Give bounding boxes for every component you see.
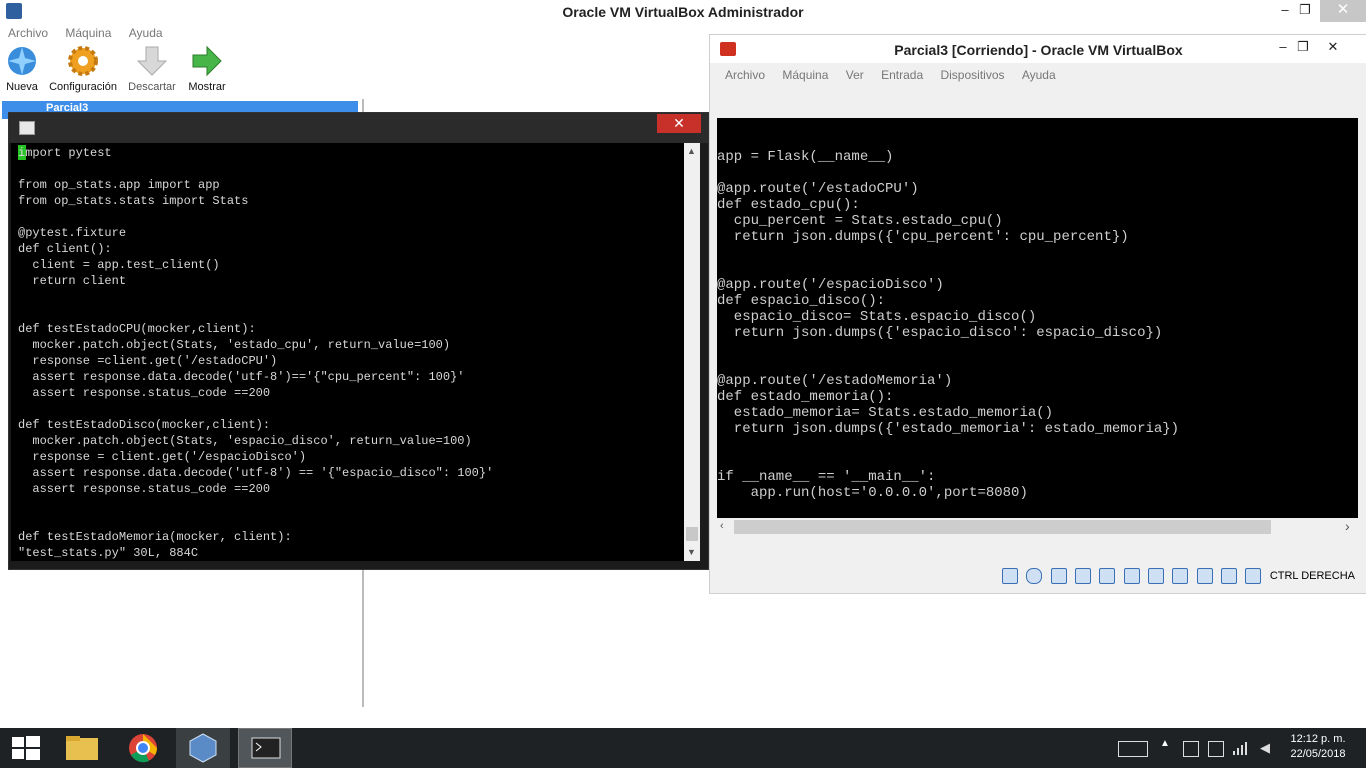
chrome-icon[interactable] — [116, 728, 170, 768]
virtualbox-icon[interactable] — [176, 728, 230, 768]
audio-icon[interactable] — [1050, 568, 1067, 584]
menu-ayuda[interactable]: Ayuda — [129, 24, 163, 42]
file-explorer-icon[interactable] — [56, 728, 110, 768]
safe-removal-icon[interactable] — [1208, 741, 1224, 757]
terminal-status-line: "test_stats.py" 30L, 884C — [18, 546, 199, 560]
scroll-thumb[interactable] — [686, 527, 698, 541]
vm-menu-maquina[interactable]: Máquina — [782, 64, 828, 86]
discard-button[interactable]: Descartar — [126, 44, 178, 93]
vm-menu-entrada[interactable]: Entrada — [881, 64, 923, 86]
vm-statusbar: CTRL DERECHA — [1002, 568, 1355, 588]
manager-title: Oracle VM VirtualBox Administrador — [562, 4, 804, 20]
menu-maquina[interactable]: Máquina — [65, 24, 111, 42]
terminal-scrollbar[interactable]: ▲ ▼ — [684, 143, 700, 561]
cpu-icon[interactable] — [1196, 568, 1213, 584]
chevron-left-icon[interactable]: ‹ — [720, 520, 724, 532]
vm-window: Parcial3 [Corriendo] - Oracle VM Virtual… — [709, 34, 1366, 594]
vm-titlebar: Parcial3 [Corriendo] - Oracle VM Virtual… — [710, 35, 1366, 63]
terminal-titlebar: ✕ — [9, 113, 708, 143]
new-vm-icon — [5, 44, 39, 78]
manager-titlebar: Oracle VM VirtualBox Administrador – ❐ ✕ — [0, 0, 1366, 24]
chevron-up-icon[interactable]: ▲ — [1160, 738, 1170, 749]
clock-date: 22/05/2018 — [1290, 748, 1346, 760]
vm-display[interactable]: app = Flask(__name__) @app.route('/estad… — [717, 118, 1358, 518]
network-icon[interactable] — [1075, 568, 1092, 584]
vm-maximize-button[interactable]: ❐ — [1288, 37, 1318, 59]
menu-archivo[interactable]: Archivo — [8, 24, 48, 42]
show-button[interactable]: Mostrar — [186, 44, 228, 93]
discard-label: Descartar — [128, 81, 176, 93]
manager-toolbar: Nueva Configuración Descartar Mostrar — [0, 44, 360, 96]
vm-close-button[interactable]: ✕ — [1318, 37, 1348, 59]
terminal-app-icon — [19, 121, 35, 135]
keyboard-icon[interactable] — [1118, 741, 1148, 757]
new-button[interactable]: Nueva — [4, 44, 40, 93]
gear-icon — [66, 44, 100, 78]
new-label: Nueva — [6, 81, 38, 93]
terminal-close-button[interactable]: ✕ — [657, 114, 701, 133]
optical-drive-icon[interactable] — [1026, 568, 1043, 584]
vm-horizontal-scrollbar[interactable]: ‹ › — [717, 518, 1358, 536]
chevron-down-icon[interactable]: ▼ — [687, 547, 696, 557]
chevron-up-icon[interactable]: ▲ — [687, 146, 696, 156]
terminal-code: import pytest from op_stats.app import a… — [18, 146, 494, 544]
display-icon[interactable] — [1148, 568, 1165, 584]
clock-time: 12:12 p. m. — [1290, 733, 1346, 745]
keyboard-capture-icon[interactable] — [1245, 568, 1262, 584]
device-icon[interactable] — [1183, 741, 1199, 757]
maximize-button[interactable]: ❐ — [1290, 0, 1320, 22]
video-capture-icon[interactable] — [1172, 568, 1189, 584]
scroll-thumb[interactable] — [734, 520, 1271, 534]
mouse-integration-icon[interactable] — [1221, 568, 1238, 584]
signal-icon[interactable] — [1232, 740, 1248, 759]
clock[interactable]: 12:12 p. m. 22/05/2018 — [1286, 733, 1350, 760]
discard-arrow-icon — [135, 44, 169, 78]
chevron-right-icon[interactable]: › — [1345, 518, 1350, 534]
vm-menu-archivo[interactable]: Archivo — [725, 64, 765, 86]
settings-label: Configuración — [49, 81, 117, 93]
close-button[interactable]: ✕ — [1320, 0, 1366, 22]
terminal-content[interactable]: import pytest from op_stats.app import a… — [11, 143, 691, 561]
volume-icon[interactable]: ◀ — [1260, 740, 1270, 756]
vm-screen-code: app = Flask(__name__) @app.route('/estad… — [717, 149, 1180, 501]
show-arrow-icon — [190, 44, 224, 78]
usb-icon[interactable] — [1099, 568, 1116, 584]
shared-folders-icon[interactable] — [1123, 568, 1140, 584]
terminal-icon[interactable] — [238, 728, 292, 768]
taskbar: ▲ ◀ 12:12 p. m. 22/05/2018 — [0, 728, 1366, 768]
terminal-window: ✕ import pytest from op_stats.app import… — [8, 112, 709, 570]
vm-menubar: Archivo Máquina Ver Entrada Dispositivos… — [710, 64, 1366, 86]
show-label: Mostrar — [188, 81, 226, 93]
manager-menubar: Archivo Máquina Ayuda — [0, 24, 360, 42]
start-icon[interactable] — [0, 728, 54, 768]
vm-menu-ayuda[interactable]: Ayuda — [1022, 64, 1056, 86]
vm-menu-ver[interactable]: Ver — [846, 64, 864, 86]
hard-disk-icon[interactable] — [1002, 568, 1019, 584]
settings-button[interactable]: Configuración — [48, 44, 118, 93]
host-key-label: CTRL DERECHA — [1269, 570, 1355, 582]
vm-menu-dispositivos[interactable]: Dispositivos — [940, 64, 1004, 86]
